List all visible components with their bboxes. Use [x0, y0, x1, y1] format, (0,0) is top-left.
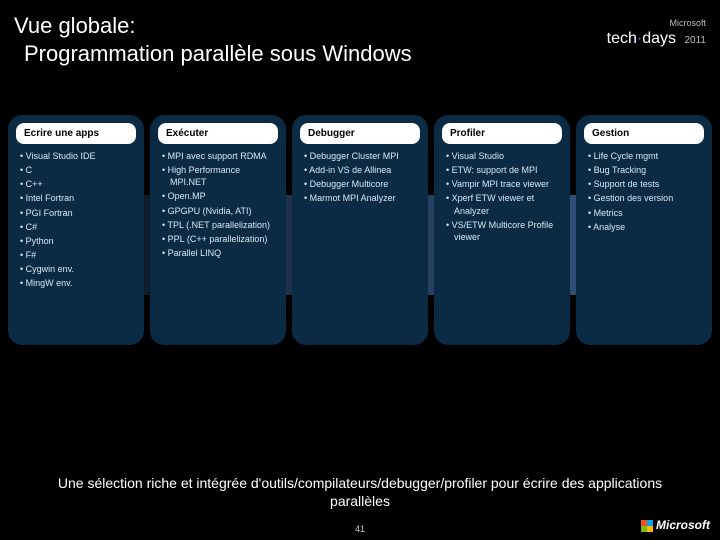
list-item: PPL (C++ parallelization) [162, 233, 276, 245]
footer-brand-text: Microsoft [656, 518, 710, 532]
list-item: C++ [20, 178, 134, 190]
list-item: Debugger Cluster MPI [304, 150, 418, 162]
column: Ecrire une apps Visual Studio IDE C C++ Inte… [8, 115, 144, 345]
list-item: Xperf ETW viewer et Analyzer [446, 192, 560, 216]
list-item: Gestion des version [588, 192, 702, 204]
page-number: 41 [0, 524, 720, 534]
column: Profiler Visual Studio ETW: support de MPI… [434, 115, 570, 345]
column-list: Visual Studio IDE C C++ Intel Fortran PGI Fo… [16, 150, 136, 289]
list-item: GPGPU (Nvidia, ATI) [162, 205, 276, 217]
brand-year: 2011 [684, 35, 706, 46]
column-list: Visual Studio ETW: support de MPI Vampir M… [442, 150, 562, 243]
list-item: Python [20, 235, 134, 247]
list-item: VS/ETW Multicore Profile viewer [446, 219, 560, 243]
list-item: Marmot MPI Analyzer [304, 192, 418, 204]
column: Exécuter MPI avec support RDMA High Perfor… [150, 115, 286, 345]
list-item: TPL (.NET parallelization) [162, 219, 276, 231]
list-item: C [20, 164, 134, 176]
list-item: Metrics [588, 207, 702, 219]
ms-flag-icon [641, 520, 653, 532]
column-list: Debugger Cluster MPI Add-in VS de Allinea… [300, 150, 420, 205]
list-item: F# [20, 249, 134, 261]
columns: Ecrire une apps Visual Studio IDE C C++ Inte… [8, 115, 712, 345]
list-item: MingW env. [20, 277, 134, 289]
list-item: MPI avec support RDMA [162, 150, 276, 162]
brand-logo: Microsoft tech·days 2011 [607, 18, 706, 48]
list-item: Open.MP [162, 190, 276, 202]
column-title: Ecrire une apps [16, 123, 136, 144]
list-item: Visual Studio [446, 150, 560, 162]
list-item: High Performance MPI.NET [162, 164, 276, 188]
title-line2: Programmation parallèle sous Windows [14, 40, 412, 68]
list-item: ETW: support de MPI [446, 164, 560, 176]
brand-pre: tech [607, 30, 637, 47]
list-item: C# [20, 221, 134, 233]
list-item: Visual Studio IDE [20, 150, 134, 162]
column-title: Debugger [300, 123, 420, 144]
page-title: Vue globale: Programmation parallèle sou… [14, 12, 412, 67]
title-line1: Vue globale: [14, 13, 136, 38]
list-item: Parallel LINQ [162, 247, 276, 259]
column-list: Life Cycle mgmt Bug Tracking Support de te… [584, 150, 704, 233]
column: Gestion Life Cycle mgmt Bug Tracking Suppor… [576, 115, 712, 345]
list-item: Vampir MPI trace viewer [446, 178, 560, 190]
column-title: Profiler [442, 123, 562, 144]
list-item: Life Cycle mgmt [588, 150, 702, 162]
column: Debugger Debugger Cluster MPI Add-in VS de… [292, 115, 428, 345]
bottom-caption: Une sélection riche et intégrée d'outils… [0, 474, 720, 510]
list-item: Debugger Multicore [304, 178, 418, 190]
list-item: Cygwin env. [20, 263, 134, 275]
list-item: Support de tests [588, 178, 702, 190]
column-title: Exécuter [158, 123, 278, 144]
list-item: Analyse [588, 221, 702, 233]
brand-ms: Microsoft [607, 18, 706, 28]
columns-wrap: Ecrire une apps Visual Studio IDE C C++ Inte… [8, 115, 712, 395]
list-item: Intel Fortran [20, 192, 134, 204]
column-list: MPI avec support RDMA High Performance MP… [158, 150, 278, 259]
header: Vue globale: Programmation parallèle sou… [0, 0, 720, 85]
list-item: Bug Tracking [588, 164, 702, 176]
brand-post: days [642, 30, 676, 47]
footer-logo: Microsoft [641, 518, 710, 532]
column-title: Gestion [584, 123, 704, 144]
list-item: PGI Fortran [20, 207, 134, 219]
list-item: Add-in VS de Allinea [304, 164, 418, 176]
